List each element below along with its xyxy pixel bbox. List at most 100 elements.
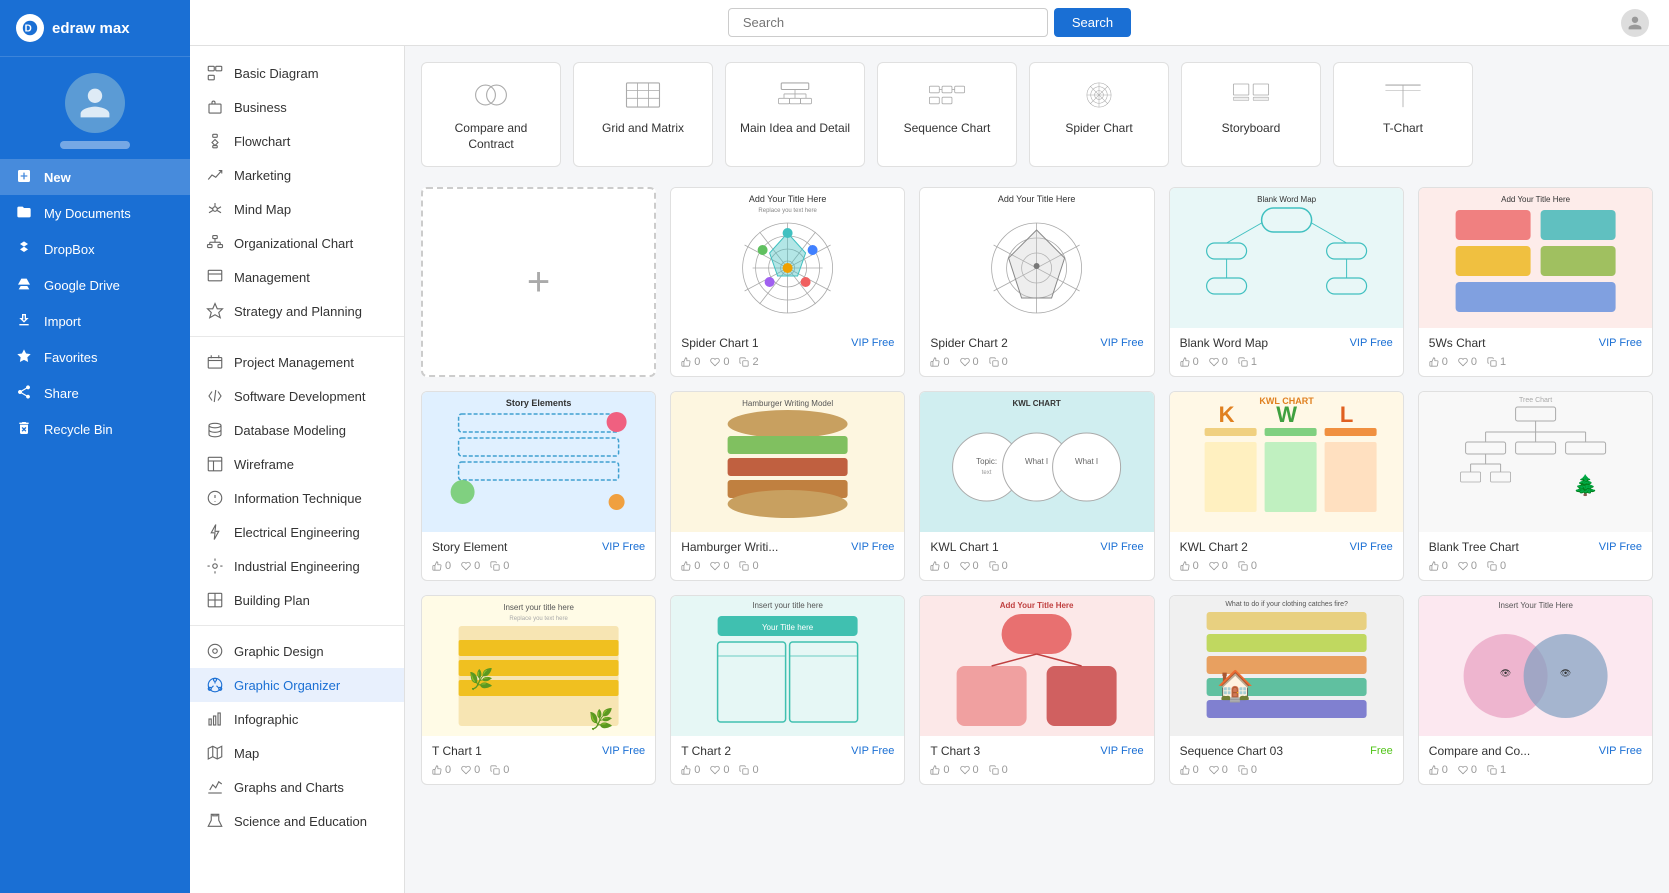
menu-label-basic-diagram: Basic Diagram — [234, 66, 319, 81]
sidebar-item-favorites[interactable]: Favorites — [0, 339, 190, 375]
mgmt-icon — [206, 268, 224, 286]
strategy-icon — [206, 302, 224, 320]
menu-item-information-technique[interactable]: Information Technique — [190, 481, 404, 515]
sidebar-item-dropbox[interactable]: DropBox — [0, 231, 190, 267]
right-content: Compare and Contract Grid and Matrix Mai… — [405, 46, 1669, 893]
menu-label-infographic: Infographic — [234, 712, 298, 727]
template-card-t-chart-1[interactable]: Insert your title here Replace you text … — [421, 595, 656, 785]
svg-text:What to do if your clothing ca: What to do if your clothing catches fire… — [1225, 601, 1348, 608]
category-label-spider-chart: Spider Chart — [1065, 121, 1132, 137]
template-card-story-element[interactable]: Story Elements Story Element VIP Free 0 — [421, 391, 656, 581]
sidebar-item-my-documents[interactable]: My Documents — [0, 195, 190, 231]
search-button[interactable]: Search — [1054, 8, 1131, 37]
template-hearts: 0 — [710, 560, 729, 572]
svg-text:Insert Your Title Here: Insert Your Title Here — [1498, 601, 1573, 610]
menu-item-organizational-chart[interactable]: Organizational Chart — [190, 226, 404, 260]
search-input[interactable] — [728, 8, 1048, 37]
tchart-icon — [1381, 77, 1425, 113]
marketing-icon — [206, 166, 224, 184]
sidebar-item-new[interactable]: New — [0, 159, 190, 195]
menu-item-graphs-charts[interactable]: Graphs and Charts — [190, 770, 404, 804]
sidebar-label-share: Share — [44, 386, 79, 401]
template-likes: 0 — [930, 356, 949, 368]
template-card-t-chart-3[interactable]: Add Your Title Here T Chart 3 VIP Free 0 — [919, 595, 1154, 785]
menu-item-graphic-design[interactable]: Graphic Design — [190, 634, 404, 668]
topbar-user-avatar[interactable] — [1621, 9, 1649, 37]
new-icon — [16, 168, 34, 186]
template-card-new[interactable]: + — [421, 187, 656, 377]
menu-item-flowchart[interactable]: Flowchart — [190, 124, 404, 158]
template-card-spider-chart-2[interactable]: Add Your Title Here Spider Chart 2 VIP F… — [919, 187, 1154, 377]
template-card-sequence-chart-03[interactable]: What to do if your clothing catches fire… — [1169, 595, 1404, 785]
main-idea-icon — [773, 77, 817, 113]
menu-label-business: Business — [234, 100, 287, 115]
template-info-spider-chart-1: Spider Chart 1 VIP Free 0 0 2 — [671, 328, 904, 376]
menu-item-wireframe[interactable]: Wireframe — [190, 447, 404, 481]
template-card-5ws-chart[interactable]: Add Your Title Here 5Ws Chart VIP Free 0 — [1418, 187, 1653, 377]
sidebar-nav: New My Documents DropBox Google Drive Im… — [0, 159, 190, 447]
menu-label-mind-map: Mind Map — [234, 202, 291, 217]
menu-item-infographic[interactable]: Infographic — [190, 702, 404, 736]
category-card-storyboard[interactable]: Storyboard — [1181, 62, 1321, 167]
menu-item-map[interactable]: Map — [190, 736, 404, 770]
template-name: Compare and Co... — [1429, 744, 1530, 758]
sidebar-item-share[interactable]: Share — [0, 375, 190, 411]
template-card-t-chart-2[interactable]: Insert your title here Your Title here T… — [670, 595, 905, 785]
menu-item-business[interactable]: Business — [190, 90, 404, 124]
template-card-blank-tree-chart[interactable]: Tree Chart 🌲 — [1418, 391, 1653, 581]
electrical-icon — [206, 523, 224, 541]
template-card-kwl-chart-2[interactable]: KWL CHART K W L KWL Chart 2 VIP Free — [1169, 391, 1404, 581]
menu-item-mind-map[interactable]: Mind Map — [190, 192, 404, 226]
template-card-hamburger-writing[interactable]: Hamburger Writing Model Hamburger Writi.… — [670, 391, 905, 581]
menu-item-project-management[interactable]: Project Management — [190, 345, 404, 379]
basic-icon — [206, 64, 224, 82]
template-stats: 0 0 0 — [1180, 560, 1393, 572]
category-card-compare-contract[interactable]: Compare and Contract — [421, 62, 561, 167]
menu-item-management[interactable]: Management — [190, 260, 404, 294]
dropbox-icon — [16, 240, 34, 258]
template-copies: 2 — [739, 356, 758, 368]
sequence-icon — [925, 77, 969, 113]
svg-text:What I: What I — [1025, 457, 1048, 466]
menu-item-software-development[interactable]: Software Development — [190, 379, 404, 413]
menu-item-database-modeling[interactable]: Database Modeling — [190, 413, 404, 447]
sidebar-item-google-drive[interactable]: Google Drive — [0, 267, 190, 303]
category-card-main-idea-detail[interactable]: Main Idea and Detail — [725, 62, 865, 167]
category-card-t-chart[interactable]: T-Chart — [1333, 62, 1473, 167]
template-card-compare-and-co[interactable]: Insert Your Title Here 👁 👁 Compare and C… — [1418, 595, 1653, 785]
menu-label-map: Map — [234, 746, 259, 761]
menu-item-electrical-engineering[interactable]: Electrical Engineering — [190, 515, 404, 549]
template-name-row: Compare and Co... VIP Free — [1429, 744, 1642, 758]
template-card-spider-chart-1[interactable]: Add Your Title Here Replace you text her… — [670, 187, 905, 377]
category-card-spider-chart[interactable]: Spider Chart — [1029, 62, 1169, 167]
sidebar-item-import[interactable]: Import — [0, 303, 190, 339]
menu-item-strategy-planning[interactable]: Strategy and Planning — [190, 294, 404, 328]
category-card-grid-matrix[interactable]: Grid and Matrix — [573, 62, 713, 167]
template-hearts: 0 — [1458, 764, 1477, 776]
menu-item-basic-diagram[interactable]: Basic Diagram — [190, 56, 404, 90]
svg-text:Replace you text here: Replace you text here — [509, 616, 568, 622]
project-icon — [206, 353, 224, 371]
menu-item-graphic-organizer[interactable]: Graphic Organizer — [190, 668, 404, 702]
category-card-sequence-chart[interactable]: Sequence Chart — [877, 62, 1017, 167]
template-name-row: Hamburger Writi... VIP Free — [681, 540, 894, 554]
template-likes: 0 — [930, 764, 949, 776]
template-card-kwl-chart-1[interactable]: KWL CHART Topic: text What I What I KWL … — [919, 391, 1154, 581]
template-hearts: 0 — [960, 560, 979, 572]
template-card-blank-word-map[interactable]: Blank Word Map Blank Word Map VIP Free — [1169, 187, 1404, 377]
template-likes: 0 — [1180, 356, 1199, 368]
template-copies: 1 — [1487, 356, 1506, 368]
template-copies: 0 — [989, 764, 1008, 776]
template-copies: 0 — [739, 560, 758, 572]
menu-item-industrial-engineering[interactable]: Industrial Engineering — [190, 549, 404, 583]
svg-text:Replace you text here: Replace you text here — [759, 208, 818, 214]
menu-item-building-plan[interactable]: Building Plan — [190, 583, 404, 617]
template-likes: 0 — [681, 356, 700, 368]
mindmap-icon — [206, 200, 224, 218]
sidebar-label-new: New — [44, 170, 71, 185]
menu-item-science-education[interactable]: Science and Education — [190, 804, 404, 838]
svg-text:Add Your Title Here: Add Your Title Here — [1000, 601, 1074, 610]
industrial-icon — [206, 557, 224, 575]
menu-item-marketing[interactable]: Marketing — [190, 158, 404, 192]
sidebar-item-recycle-bin[interactable]: Recycle Bin — [0, 411, 190, 447]
